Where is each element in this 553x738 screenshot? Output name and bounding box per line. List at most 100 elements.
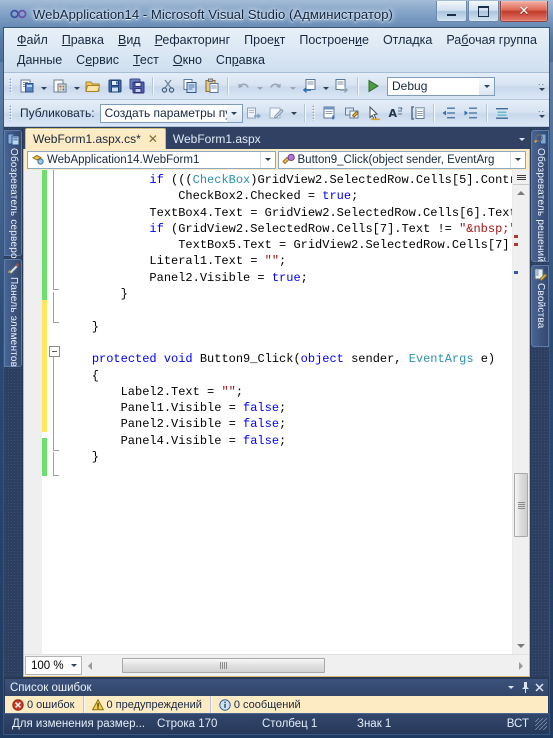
chevron-down-icon[interactable] [510,151,525,168]
horizontal-scrollbar[interactable] [82,657,529,674]
toolbar-overflow-button[interactable]: ·· [536,75,547,97]
redo-dropdown[interactable] [287,75,298,97]
undo-icon[interactable] [232,75,254,97]
new-project-dropdown[interactable] [38,75,49,97]
code-line[interactable]: CheckBox2.Checked = true; [61,188,512,204]
maximize-button[interactable] [468,1,499,22]
active-files-dropdown[interactable] [515,132,528,146]
close-icon[interactable]: ✕ [148,133,158,145]
menu-window[interactable]: Окно [166,51,209,69]
menu-team[interactable]: Рабочая группа [439,31,544,49]
start-debugging-icon[interactable] [362,75,384,97]
code-line[interactable]: Label2.Text = ""; [61,384,512,400]
menu-debug[interactable]: Отладка [376,31,439,49]
open-file-icon[interactable] [82,75,104,97]
horizontal-scroll-thumb[interactable] [122,658,325,673]
vertical-scrollbar[interactable] [512,170,529,654]
member-dropdown[interactable]: Button9_Click(object sender, EventArg [277,150,526,169]
menu-view[interactable]: Вид [111,31,148,49]
toolbar-grip[interactable] [9,105,12,121]
publish-toolbar-overflow-button[interactable] [289,102,300,124]
menu-data[interactable]: Данные [10,51,69,69]
close-icon[interactable] [532,680,546,695]
code-line[interactable] [61,335,512,351]
errors-filter-toggle[interactable]: 0 ошибок [8,697,79,712]
tab-webform1-aspx[interactable]: WebForm1.aspx [166,129,268,149]
navigate-backward-icon[interactable] [298,75,320,97]
design-view-icon[interactable] [341,102,363,124]
resize-grip[interactable] [535,718,547,730]
close-button[interactable]: ✕ [500,1,548,22]
indent-icon[interactable] [460,102,482,124]
scroll-up-button[interactable] [513,185,529,201]
add-new-item-dropdown[interactable] [71,75,82,97]
code-line[interactable]: Panel2.Visible = false; [61,416,512,432]
code-line[interactable]: TextBox5.Text = GridView2.SelectedRow.Ce… [61,237,512,253]
navigate-backward-dropdown[interactable] [320,75,331,97]
code-line[interactable] [61,302,512,318]
menu-edit[interactable]: Правка [55,31,111,49]
class-dropdown[interactable]: WebApplication14.WebForm1 [27,150,276,169]
scroll-down-button[interactable] [513,638,529,654]
outdent-icon[interactable] [438,102,460,124]
toolbar-grip[interactable] [9,78,12,94]
code-line[interactable]: Panel1.Visible = false; [61,400,512,416]
sidebar-item-toolbox[interactable]: Панель элементов [4,259,22,367]
chevron-down-icon[interactable] [226,104,242,122]
vertical-scroll-track[interactable] [513,201,529,638]
pin-icon[interactable] [518,680,532,695]
code-line[interactable]: if (((CheckBox)GridView2.SelectedRow.Cel… [61,172,512,188]
cut-icon[interactable] [157,75,179,97]
save-all-icon[interactable] [126,75,148,97]
menu-test[interactable]: Тест [126,51,166,69]
surround-with-icon[interactable] [407,102,429,124]
paste-icon[interactable] [201,75,223,97]
redo-icon[interactable] [265,75,287,97]
tab-webform1-aspx-cs[interactable]: WebForm1.aspx.cs* ✕ [25,128,166,149]
navigate-forward-icon[interactable] [331,75,353,97]
sidebar-item-properties[interactable]: Свойства [531,265,549,347]
split-view-button[interactable] [513,170,529,185]
code-line[interactable]: Panel4.Visible = false; [61,433,512,449]
code-line[interactable]: } [61,286,512,302]
code-line[interactable]: Panel2.Visible = true; [61,270,512,286]
minimize-button[interactable] [436,1,467,22]
collapse-region-button[interactable] [49,346,60,357]
vertical-scroll-thumb[interactable] [514,473,528,537]
warnings-filter-toggle[interactable]: 0 предупреждений [88,697,206,712]
menu-tools[interactable]: Сервис [69,51,126,69]
format-font-icon[interactable]: A [385,102,407,124]
horizontal-scroll-track[interactable] [98,657,513,674]
new-project-icon[interactable] [16,75,38,97]
code-line[interactable]: if (GridView2.SelectedRow.Cells[7].Text … [61,221,512,237]
align-icon[interactable] [491,102,513,124]
code-line[interactable]: } [61,319,512,335]
publish-profile-combo[interactable]: Создать параметры пуб [99,103,243,123]
view-in-browser-icon[interactable] [319,102,341,124]
chevron-down-icon[interactable] [259,151,275,168]
scroll-left-button[interactable] [82,658,98,674]
code-line[interactable]: { [61,368,512,384]
scroll-right-button[interactable] [513,658,529,674]
indicator-margin[interactable] [24,170,42,654]
menu-help[interactable]: Справка [209,51,272,69]
publish-web-icon[interactable] [243,102,265,124]
add-new-item-icon[interactable] [49,75,71,97]
zoom-level-combo[interactable]: 100 % [25,656,82,675]
code-line[interactable]: protected void Button9_Click(object send… [61,351,512,367]
menu-build[interactable]: Построение [292,31,376,49]
chevron-down-icon[interactable] [66,657,81,674]
chevron-down-icon[interactable] [479,77,494,95]
toolbar-grip[interactable] [311,105,315,121]
code-text-surface[interactable]: if (((CheckBox)GridView2.SelectedRow.Cel… [61,170,512,654]
menu-refactor[interactable]: Рефакторинг [148,31,238,49]
messages-filter-toggle[interactable]: 0 сообщений [215,697,305,712]
solution-configuration-combo[interactable]: Debug [387,76,495,96]
code-line[interactable]: Literal1.Text = ""; [61,253,512,269]
code-line[interactable]: } [61,449,512,465]
menu-project[interactable]: Проект [237,31,292,49]
pointer-select-icon[interactable] [363,102,385,124]
code-line[interactable]: TextBox4.Text = GridView2.SelectedRow.Ce… [61,205,512,221]
copy-icon[interactable] [179,75,201,97]
publish-toolbar-overflow-button-2[interactable]: ·· [536,102,547,124]
